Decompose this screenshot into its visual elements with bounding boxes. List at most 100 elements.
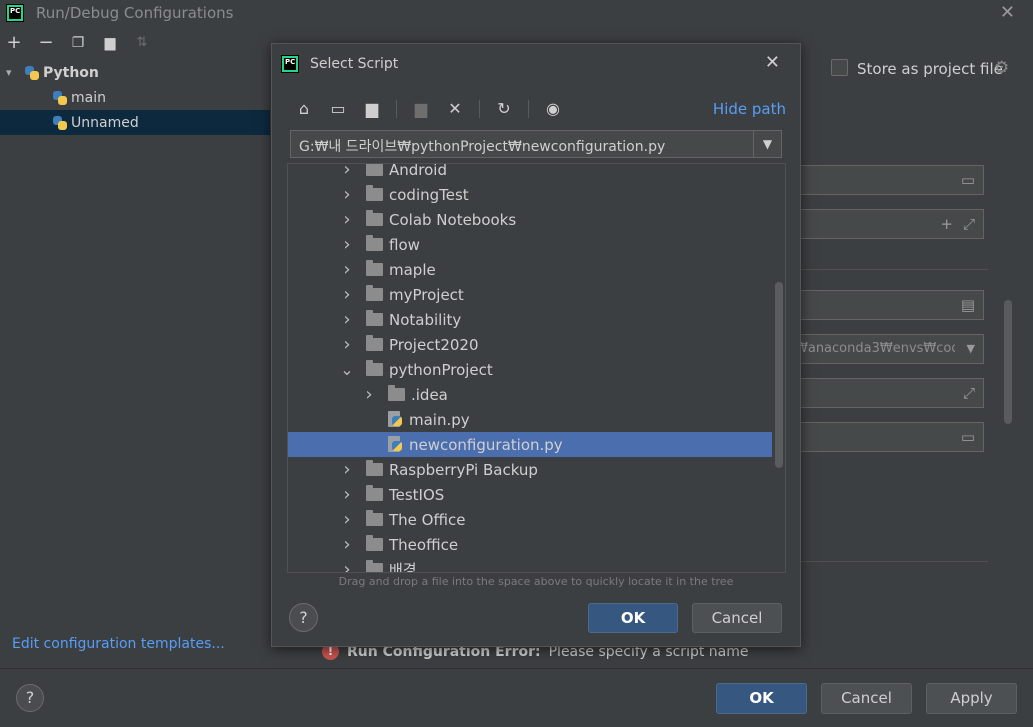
refresh-icon[interactable]: ↻ (494, 99, 514, 118)
chevron-down-icon[interactable]: ▾ (6, 66, 18, 79)
dialog-close-icon[interactable]: ✕ (765, 52, 780, 73)
window-close-icon[interactable]: ✕ (1000, 2, 1015, 23)
chevron-right-icon[interactable]: › (340, 234, 354, 255)
document-icon[interactable]: ▤ (961, 296, 975, 314)
python-icon (24, 65, 40, 81)
folder-icon (366, 285, 383, 301)
hide-path-link[interactable]: Hide path (713, 100, 786, 118)
python-icon (52, 90, 68, 106)
dialog-title: Select Script (310, 56, 399, 72)
parameters-field[interactable]: + ⤢ (790, 209, 984, 239)
tree-folder[interactable]: › TestIOS (288, 482, 772, 507)
chevron-right-icon[interactable]: › (340, 534, 354, 555)
tree-item-label: maple (389, 260, 436, 279)
gear-icon[interactable]: ⚙ (994, 58, 1009, 78)
tree-file[interactable]: newconfiguration.py (288, 432, 772, 457)
toolbar-separator (528, 99, 529, 118)
tree-folder[interactable]: › maple (288, 257, 772, 282)
plus-icon[interactable]: + (940, 215, 953, 233)
tree-file[interactable]: main.py (288, 407, 772, 432)
chevron-down-icon[interactable]: ▼ (753, 131, 781, 157)
chevron-down-icon[interactable]: ▼ (967, 342, 975, 355)
tree-folder[interactable]: › .idea (288, 382, 772, 407)
tree-folder[interactable]: › Notability (288, 307, 772, 332)
chevron-right-icon[interactable]: › (340, 164, 354, 180)
chevron-right-icon[interactable]: › (340, 309, 354, 330)
edit-templates-link[interactable]: Edit configuration templates... (12, 636, 225, 652)
pycharm-app-icon: PC (281, 55, 299, 73)
copy-icon[interactable]: ❐ (70, 35, 86, 51)
env-vars-field[interactable]: ▤ (790, 290, 984, 320)
folder-icon (366, 185, 383, 201)
folder-icon (366, 485, 383, 501)
pycharm-app-icon: PC (6, 4, 24, 22)
tree-folder[interactable]: › Theoffice (288, 532, 772, 557)
section-divider (790, 269, 988, 270)
chevron-right-icon[interactable]: › (340, 459, 354, 480)
chevron-right-icon[interactable]: › (340, 484, 354, 505)
tree-item-label: codingTest (389, 185, 469, 204)
section-divider (790, 561, 988, 562)
chevron-right-icon[interactable]: › (340, 259, 354, 280)
right-pane-scrollbar[interactable] (1004, 300, 1012, 424)
tree-folder[interactable]: › The Office (288, 507, 772, 532)
tree-folder[interactable]: › Project2020 (288, 332, 772, 357)
tree-folder[interactable]: › RaspberryPi Backup (288, 457, 772, 482)
tree-item-unnamed[interactable]: Unnamed (0, 110, 270, 135)
show-hidden-icon[interactable]: ◉ (543, 99, 563, 118)
tree-folder[interactable]: › flow (288, 232, 772, 257)
tree-item-label: The Office (389, 510, 466, 529)
cancel-button[interactable]: Cancel (821, 683, 912, 714)
script-path-field[interactable]: ▭ (790, 165, 984, 195)
path-input[interactable]: G:₩내 드라이브₩pythonProject₩newconfiguration… (290, 130, 782, 158)
folder-icon (366, 210, 383, 226)
apply-button[interactable]: Apply (926, 683, 1017, 714)
home-icon[interactable]: ⌂ (294, 99, 314, 118)
tree-folder[interactable]: ⌄ pythonProject (288, 357, 772, 382)
tree-item-main[interactable]: main (0, 85, 270, 110)
chevron-right-icon[interactable]: › (340, 284, 354, 305)
expand-icon[interactable]: ⤢ (963, 215, 975, 233)
tree-folder[interactable]: › myProject (288, 282, 772, 307)
tree-item-label: Android (389, 163, 447, 179)
dialog-cancel-button[interactable]: Cancel (692, 603, 782, 633)
new-folder-icon[interactable]: ▆ (102, 35, 118, 51)
tree-folder[interactable]: › codingTest (288, 182, 772, 207)
window-titlebar: PC Run/Debug Configurations ✕ (0, 0, 1033, 26)
help-button[interactable]: ? (16, 684, 44, 712)
toolbar-separator (396, 99, 397, 118)
tree-folder[interactable]: › Colab Notebooks (288, 207, 772, 232)
python-error-icon (52, 115, 68, 131)
chevron-right-icon[interactable]: › (340, 184, 354, 205)
chevron-down-icon[interactable]: ⌄ (340, 360, 354, 379)
tree-group-python[interactable]: ▾ Python (0, 60, 270, 85)
chevron-right-icon[interactable]: › (340, 334, 354, 355)
working-directory-field[interactable]: ▭ (790, 422, 984, 452)
chevron-right-icon[interactable]: › (340, 559, 354, 572)
new-folder-icon[interactable]: ▆ (411, 99, 431, 118)
dialog-ok-button[interactable]: OK (588, 603, 678, 633)
chevron-right-icon[interactable]: › (340, 509, 354, 530)
tree-folder[interactable]: › 배경 (288, 557, 772, 572)
desktop-icon[interactable]: ▭ (328, 99, 348, 118)
folder-icon[interactable]: ▭ (961, 428, 975, 446)
chevron-right-icon[interactable]: › (340, 209, 354, 230)
interpreter-options-field[interactable]: ⤢ (790, 378, 984, 408)
file-tree[interactable]: › Android › codingTest › Colab Notebooks › flow… (287, 163, 786, 573)
ok-button[interactable]: OK (716, 683, 807, 714)
chevron-right-icon[interactable]: › (362, 384, 376, 405)
sort-icon[interactable]: ⇅ (134, 35, 150, 51)
file-tree-scrollbar[interactable] (775, 282, 783, 468)
add-icon[interactable]: + (6, 34, 22, 52)
tree-item-label: TestIOS (389, 485, 445, 504)
tree-item-label: RaspberryPi Backup (389, 460, 538, 479)
store-as-project-checkbox[interactable] (831, 59, 848, 76)
interpreter-select[interactable]: ₩anaconda3₩envs₩codir ▼ (790, 334, 984, 364)
folder-icon[interactable]: ▭ (961, 171, 975, 189)
dialog-help-button[interactable]: ? (289, 603, 318, 632)
delete-icon[interactable]: ✕ (445, 99, 465, 118)
expand-icon[interactable]: ⤢ (963, 384, 975, 402)
tree-folder[interactable]: › Android (288, 163, 772, 182)
project-folder-icon[interactable]: ▆ (362, 99, 382, 118)
remove-icon[interactable]: − (38, 34, 54, 52)
